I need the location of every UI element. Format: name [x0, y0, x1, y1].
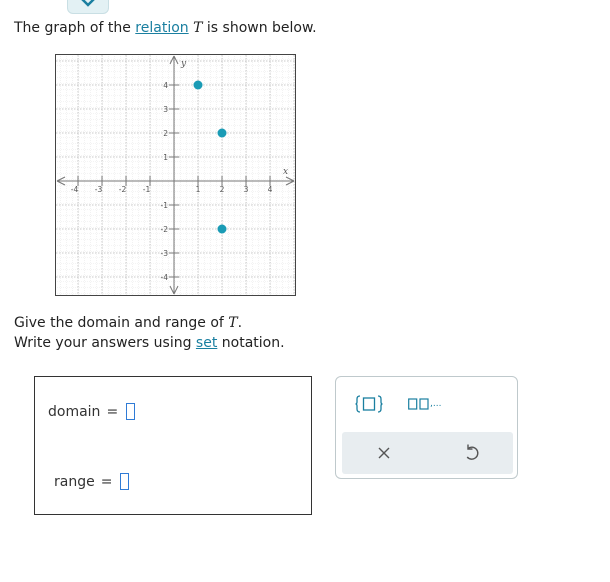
y-axis-label: y: [180, 59, 187, 69]
question-intro: The graph of the relation T is shown bel…: [14, 20, 317, 36]
chevron-down-icon: [81, 0, 95, 7]
domain-equals: =: [106, 403, 119, 420]
range-input[interactable]: [120, 473, 130, 490]
action-bar: [342, 432, 513, 474]
instruction-period: .: [237, 315, 243, 331]
x-tick-label: 4: [268, 185, 273, 194]
intro-text: The graph of the: [14, 20, 136, 36]
range-label: range: [54, 473, 95, 490]
relation-graph: -4 -3 -2 -1 1 2 3 4 4 3 2 1 -1 -2 -3 -4 x y: [55, 54, 296, 296]
data-point: [217, 224, 227, 234]
set-braces-icon: [355, 395, 383, 413]
y-tick-label: -3: [161, 249, 169, 258]
range-equals: =: [100, 473, 113, 490]
list-button[interactable]: ,...: [408, 397, 453, 413]
list-ellipsis: ,...: [430, 399, 442, 409]
collapse-tab[interactable]: [67, 0, 109, 14]
x-tick-label: -1: [143, 185, 151, 194]
clear-button[interactable]: [372, 442, 396, 464]
x-tick-label: 1: [196, 185, 201, 194]
instruction-line-1: Give the domain and range of T.: [14, 315, 242, 331]
math-toolbox: ,...: [335, 376, 518, 479]
data-point: [217, 128, 227, 138]
x-tick-label: -2: [119, 185, 127, 194]
domain-row: domain =: [48, 403, 136, 420]
set-braces-button[interactable]: [355, 394, 383, 414]
answer-box: domain = range =: [34, 376, 312, 515]
x-tick-label: 3: [244, 185, 249, 194]
close-icon: [378, 447, 390, 459]
instruction-text-3: notation.: [217, 335, 285, 351]
y-tick-label: 3: [163, 105, 168, 114]
instruction-text-2: Write your answers using: [14, 335, 196, 351]
undo-icon: [466, 444, 479, 460]
undo-button[interactable]: [460, 442, 484, 464]
range-row: range =: [54, 473, 130, 490]
x-tick-label: -4: [71, 185, 79, 194]
domain-label: domain: [48, 403, 101, 420]
comma-list-icon: [408, 398, 429, 410]
y-tick-label: -1: [161, 201, 169, 210]
x-axis-label: x: [283, 167, 288, 177]
x-tick-label: 2: [220, 185, 225, 194]
intro-text-end: is shown below.: [202, 20, 317, 36]
instruction-text: Give the domain and range of: [14, 315, 229, 331]
y-tick-label: 4: [163, 81, 168, 90]
y-tick-label: -4: [161, 273, 169, 282]
instruction-line-2: Write your answers using set notation.: [14, 335, 285, 351]
set-link[interactable]: set: [196, 335, 217, 351]
domain-input[interactable]: [126, 403, 136, 420]
x-tick-label: -3: [95, 185, 103, 194]
y-tick-label: 2: [163, 129, 168, 138]
y-tick-label: 1: [163, 153, 168, 162]
y-tick-label: -2: [161, 225, 169, 234]
relation-variable-2: T: [228, 315, 238, 331]
relation-link[interactable]: relation: [135, 20, 188, 36]
data-point: [193, 80, 203, 90]
